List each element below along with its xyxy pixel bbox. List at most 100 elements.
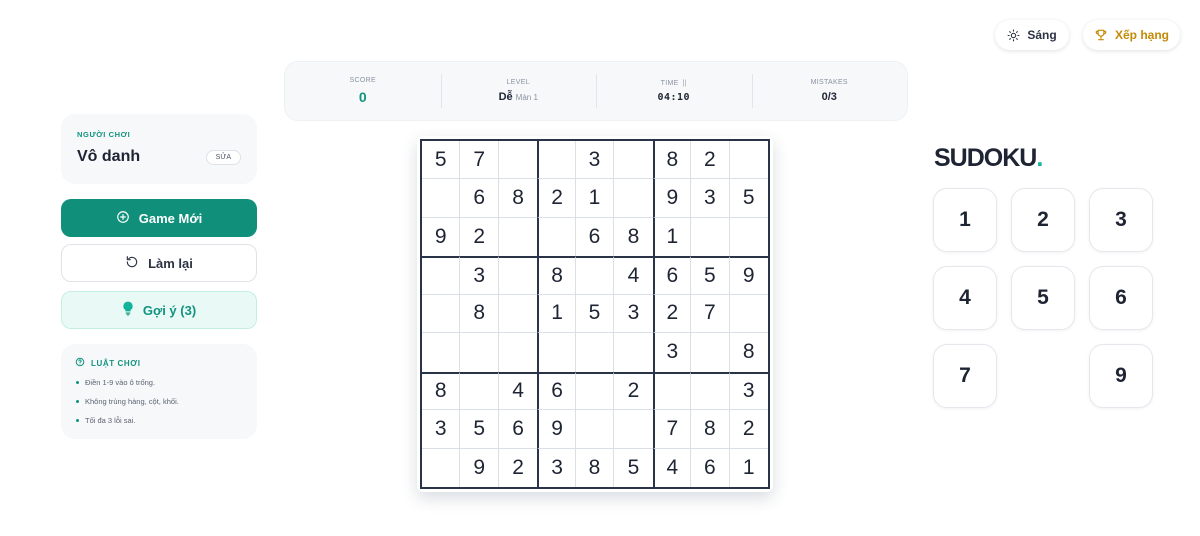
- board-cell[interactable]: [575, 410, 615, 449]
- board-cell[interactable]: [460, 371, 499, 411]
- theme-toggle-button[interactable]: Sáng: [995, 20, 1069, 50]
- reset-button[interactable]: Làm lại: [61, 244, 257, 282]
- board-cell[interactable]: 7: [460, 141, 499, 180]
- board-cell[interactable]: 3: [537, 448, 576, 487]
- numpad-key[interactable]: 3: [1089, 188, 1153, 252]
- new-game-button[interactable]: Game Mới: [61, 199, 257, 237]
- board-cell[interactable]: 3: [652, 333, 692, 372]
- board-cell[interactable]: [498, 295, 538, 334]
- board-cell[interactable]: [498, 256, 538, 295]
- board-cell[interactable]: 1: [730, 449, 768, 487]
- board-cell[interactable]: 1: [575, 179, 615, 218]
- board-cell[interactable]: [730, 218, 768, 256]
- board-cell[interactable]: [575, 256, 615, 295]
- board-cell[interactable]: [537, 141, 576, 180]
- board-cell[interactable]: 1: [652, 217, 692, 257]
- board-cell[interactable]: 5: [614, 449, 652, 487]
- board-cell[interactable]: [729, 141, 768, 180]
- board-cell[interactable]: 3: [614, 295, 653, 334]
- board-cell[interactable]: 9: [460, 448, 499, 487]
- board-cell[interactable]: [537, 217, 576, 257]
- board-cell[interactable]: [652, 371, 692, 411]
- board-cell[interactable]: [422, 256, 461, 295]
- board-cell[interactable]: [614, 179, 653, 218]
- pause-icon[interactable]: ||: [683, 80, 687, 87]
- board-cell[interactable]: [614, 141, 653, 180]
- board-cell[interactable]: 1: [537, 294, 576, 334]
- board-cell[interactable]: 3: [422, 410, 461, 449]
- board-cell[interactable]: 9: [652, 179, 692, 218]
- plus-circle-icon: [116, 210, 130, 227]
- board-cell[interactable]: 7: [691, 294, 730, 334]
- board-cell[interactable]: 5: [691, 256, 730, 295]
- board-cell[interactable]: 8: [730, 333, 768, 371]
- board-cell[interactable]: 8: [422, 371, 461, 411]
- board-cell[interactable]: 5: [422, 141, 461, 180]
- numpad-key[interactable]: 2: [1011, 188, 1075, 252]
- board-cell[interactable]: 2: [537, 179, 576, 218]
- time-label-wrap: TIME ||: [661, 80, 687, 87]
- board-cell[interactable]: 3: [729, 371, 768, 411]
- board-cell[interactable]: 2: [460, 217, 499, 257]
- board-cell[interactable]: 2: [652, 294, 692, 334]
- board-cell[interactable]: 6: [460, 179, 499, 218]
- board-cell[interactable]: 9: [729, 256, 768, 295]
- board-cell[interactable]: 4: [652, 448, 692, 487]
- board-cell[interactable]: 8: [652, 141, 692, 180]
- board-cell[interactable]: 8: [498, 179, 538, 218]
- board-cell[interactable]: 9: [537, 410, 576, 449]
- numpad-key[interactable]: 1: [933, 188, 997, 252]
- board-cell[interactable]: 2: [729, 410, 768, 449]
- board-cell[interactable]: 8: [614, 218, 652, 256]
- board-cell[interactable]: 5: [460, 410, 499, 449]
- board-cell[interactable]: [614, 410, 653, 449]
- board-cell[interactable]: [422, 333, 461, 372]
- board-cell[interactable]: 8: [576, 448, 615, 487]
- board-cell[interactable]: [422, 179, 461, 218]
- board-cell[interactable]: [460, 333, 499, 372]
- board-cell[interactable]: [537, 333, 576, 372]
- board-cell[interactable]: 6: [691, 448, 730, 487]
- board-cell[interactable]: [575, 371, 615, 411]
- board-cell[interactable]: 2: [499, 449, 537, 487]
- board-cell[interactable]: 9: [422, 217, 461, 257]
- score-stat: SCORE 0: [285, 62, 441, 120]
- board-cell[interactable]: [576, 333, 615, 372]
- board-cell[interactable]: [691, 217, 730, 257]
- board-cell[interactable]: [498, 141, 538, 180]
- board-cell[interactable]: 6: [652, 256, 692, 295]
- board-cell[interactable]: 8: [460, 294, 499, 334]
- numpad-key[interactable]: 4: [933, 266, 997, 330]
- board-cell[interactable]: 7: [652, 410, 692, 449]
- numpad-key[interactable]: 9: [1089, 344, 1153, 408]
- board-cell[interactable]: 4: [498, 371, 538, 411]
- board-cell[interactable]: [691, 333, 730, 372]
- numpad-key[interactable]: 5: [1011, 266, 1075, 330]
- board-cell[interactable]: 4: [614, 256, 653, 295]
- board-cell[interactable]: 5: [729, 179, 768, 218]
- board-cell[interactable]: 2: [691, 141, 730, 180]
- board-cell[interactable]: [422, 448, 461, 487]
- edit-name-button[interactable]: SỬA: [205, 150, 241, 165]
- board-cell[interactable]: 6: [576, 217, 615, 257]
- board-cell[interactable]: 8: [537, 256, 576, 295]
- sudoku-logo: SUDOKU.: [934, 144, 1043, 173]
- board-cell[interactable]: [614, 333, 652, 371]
- board-cell[interactable]: [691, 371, 730, 411]
- board-cell[interactable]: 3: [691, 179, 730, 218]
- board-cell[interactable]: 6: [498, 410, 538, 449]
- board-cell[interactable]: [422, 294, 461, 334]
- numpad-key[interactable]: 7: [933, 344, 997, 408]
- board-cell[interactable]: [729, 295, 768, 334]
- board-cell[interactable]: [499, 218, 537, 256]
- board-cell[interactable]: 6: [537, 371, 576, 411]
- board-cell[interactable]: 3: [575, 141, 615, 180]
- numpad-key[interactable]: 6: [1089, 266, 1153, 330]
- board-cell[interactable]: 5: [575, 294, 615, 334]
- board-cell[interactable]: [499, 333, 537, 371]
- board-cell[interactable]: 2: [614, 371, 653, 411]
- board-cell[interactable]: 8: [691, 410, 730, 449]
- board-cell[interactable]: 3: [460, 256, 499, 295]
- hint-button[interactable]: Gợi ý (3): [61, 291, 257, 329]
- leaderboard-button[interactable]: Xếp hạng: [1083, 20, 1180, 50]
